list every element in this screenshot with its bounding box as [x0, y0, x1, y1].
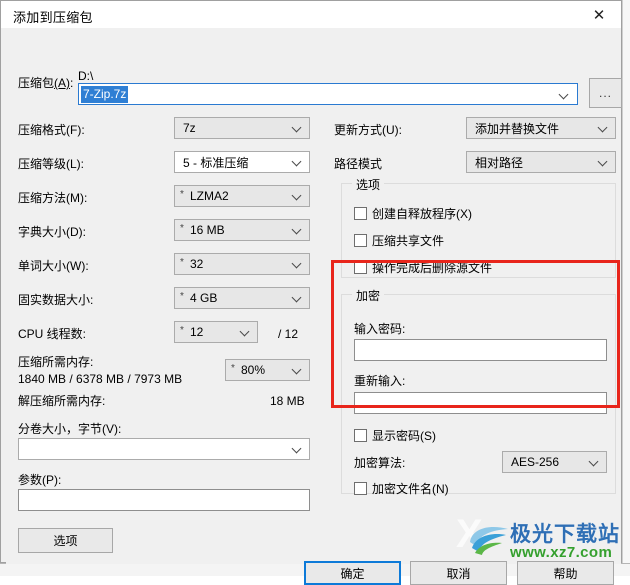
- memory-compress-value: 1840 MB / 6378 MB / 7973 MB: [18, 372, 183, 386]
- update-mode-value: 添加并替换文件: [475, 121, 560, 136]
- compression-method-label: 压缩方法(M):: [18, 191, 88, 205]
- encryption-algorithm-label: 加密算法:: [354, 456, 406, 470]
- cpu-threads-value: 12: [190, 325, 204, 339]
- ok-button[interactable]: 确定: [304, 561, 401, 585]
- archive-path-label: 压缩包(A):: [18, 76, 74, 90]
- watermark-site-url: www.xz7.com: [510, 544, 613, 561]
- compression-method-value: LZMA2: [190, 189, 229, 203]
- chevron-down-icon: [293, 191, 302, 200]
- compression-level-label: 压缩等级(L):: [18, 157, 85, 171]
- compression-level-value: 5 - 标准压缩: [183, 155, 249, 170]
- path-mode-value: 相对路径: [475, 155, 524, 170]
- memory-decompress-value: 18 MB: [270, 394, 305, 408]
- compression-level-select[interactable]: 5 - 标准压缩: [174, 151, 310, 173]
- dictionary-size-value: 16 MB: [190, 223, 225, 237]
- archive-drive-path: D:\: [78, 69, 94, 83]
- title-bar: 添加到压缩包 ✕: [1, 1, 621, 28]
- parameters-input[interactable]: [18, 489, 310, 511]
- cpu-threads-label: CPU 线程数:: [18, 327, 87, 341]
- annotation-highlight-box: [331, 260, 620, 408]
- memory-usage-percent-value: 80%: [241, 363, 266, 377]
- compress-shared-files-checkbox[interactable]: [354, 234, 367, 247]
- path-mode-select[interactable]: 相对路径: [466, 151, 616, 173]
- chevron-down-icon: [590, 457, 599, 466]
- solid-block-size-value: 4 GB: [190, 291, 218, 305]
- memory-decompress-label: 解压缩所需内存:: [18, 394, 106, 408]
- archive-name-value: 7-Zip.7z: [81, 86, 129, 103]
- update-mode-label: 更新方式(U):: [334, 123, 402, 137]
- create-sfx-checkbox[interactable]: [354, 207, 367, 220]
- path-mode-label: 路径模式: [334, 157, 383, 171]
- compression-format-label: 压缩格式(F):: [18, 123, 85, 137]
- word-size-select[interactable]: * 32: [174, 253, 310, 275]
- chevron-down-icon: [241, 327, 250, 336]
- chevron-down-icon: [293, 444, 302, 453]
- chevron-down-icon: [599, 123, 608, 132]
- compression-method-select[interactable]: * LZMA2: [174, 185, 310, 207]
- compress-shared-files-label: 压缩共享文件: [372, 234, 445, 248]
- volume-size-input[interactable]: [18, 438, 310, 460]
- word-size-value: 32: [190, 257, 204, 271]
- archive-name-input[interactable]: 7-Zip.7z: [78, 83, 578, 105]
- chevron-down-icon: [293, 225, 302, 234]
- show-password-label: 显示密码(S): [372, 429, 436, 443]
- close-icon[interactable]: ✕: [577, 1, 621, 28]
- background-window-right-edge: [622, 0, 630, 575]
- word-size-label: 单词大小(W):: [18, 259, 89, 273]
- create-sfx-label: 创建自释放程序(X): [372, 207, 472, 221]
- cpu-threads-total: / 12: [278, 327, 299, 341]
- default-marker-icon: *: [180, 223, 184, 234]
- default-marker-icon: *: [180, 325, 184, 336]
- encryption-algorithm-value: AES-256: [511, 455, 560, 469]
- cpu-threads-select[interactable]: * 12: [174, 321, 258, 343]
- dictionary-size-select[interactable]: * 16 MB: [174, 219, 310, 241]
- options-button[interactable]: 选项: [18, 528, 113, 553]
- options-group-label: 选项: [352, 176, 385, 193]
- default-marker-icon: *: [231, 363, 235, 374]
- parameters-label: 参数(P):: [18, 473, 62, 487]
- chevron-down-icon[interactable]: [560, 90, 569, 99]
- memory-compress-label: 压缩所需内存:: [18, 355, 94, 369]
- chevron-down-icon: [293, 259, 302, 268]
- watermark: X 极光下载站 www.xz7.com: [456, 512, 630, 568]
- compression-format-value: 7z: [183, 121, 196, 135]
- chevron-down-icon: [293, 365, 302, 374]
- update-mode-select[interactable]: 添加并替换文件: [466, 117, 616, 139]
- watermark-logo-icon: [470, 526, 508, 555]
- memory-usage-percent-select[interactable]: * 80%: [225, 359, 310, 381]
- encrypt-filenames-label: 加密文件名(N): [372, 482, 449, 496]
- show-password-checkbox[interactable]: [354, 429, 367, 442]
- default-marker-icon: *: [180, 291, 184, 302]
- encrypt-filenames-checkbox[interactable]: [354, 482, 367, 495]
- encryption-algorithm-select[interactable]: AES-256: [502, 451, 607, 473]
- dialog-title: 添加到压缩包: [13, 10, 93, 25]
- chevron-down-icon: [293, 157, 302, 166]
- solid-block-size-select[interactable]: * 4 GB: [174, 287, 310, 309]
- solid-block-size-label: 固实数据大小:: [18, 293, 94, 307]
- chevron-down-icon: [293, 293, 302, 302]
- default-marker-icon: *: [180, 257, 184, 268]
- compression-format-select[interactable]: 7z: [174, 117, 310, 139]
- browse-button[interactable]: ...: [589, 78, 622, 108]
- chevron-down-icon: [599, 157, 608, 166]
- volume-size-label: 分卷大小，字节(V):: [18, 422, 122, 436]
- chevron-down-icon: [293, 123, 302, 132]
- dictionary-size-label: 字典大小(D):: [18, 225, 86, 239]
- default-marker-icon: *: [180, 189, 184, 200]
